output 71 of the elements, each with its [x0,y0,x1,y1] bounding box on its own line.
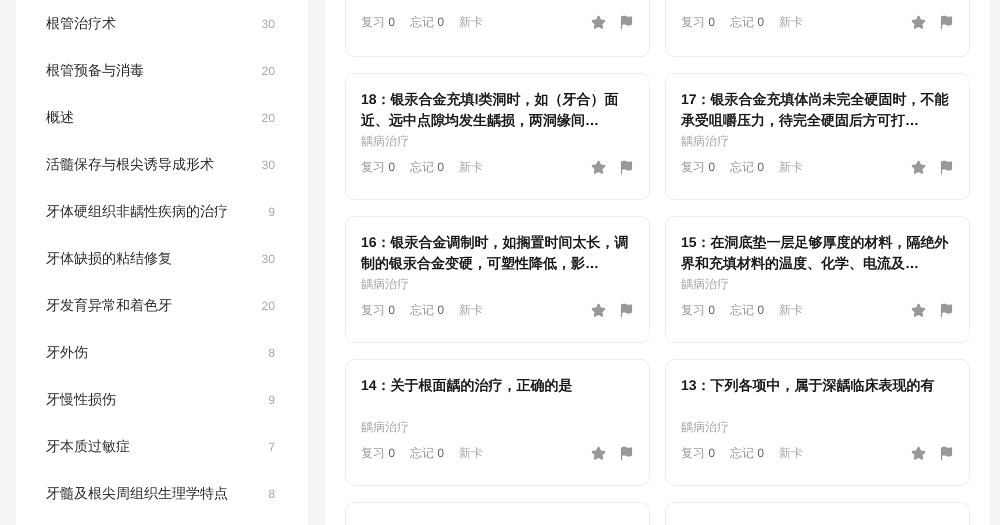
flag-button[interactable] [618,445,634,461]
new-card-label: 新卡 [779,445,804,462]
review-count: 复习 0 [681,14,716,31]
review-count: 复习 0 [361,14,396,31]
review-count: 复习 0 [681,445,716,462]
chapter-item[interactable]: 牙慢性损伤 9 [46,376,275,423]
star-button[interactable] [910,445,926,461]
card-title: 16：银汞合金调制时，如搁置时间太长，调制的银汞合金变硬，可塑性降低，影… [361,233,630,273]
new-card-label: 新卡 [459,159,484,176]
star-button[interactable] [910,14,926,30]
new-card-label: 新卡 [459,14,484,31]
card-title: 13：下列各项中，属于深龋临床表现的有 [681,376,936,395]
card-title: 15：在洞底垫一层足够厚度的材料，隔绝外界和充填材料的温度、化学、电流及… [681,233,950,273]
star-button[interactable] [590,159,606,175]
card[interactable]: 13：下列各项中，属于深龋临床表现的有 龋病治疗 复习 0 忘记 0 新卡 [665,359,970,486]
flag-button[interactable] [618,302,634,318]
new-card-label: 新卡 [779,159,804,176]
forget-count: 忘记 0 [730,302,764,319]
review-count: 复习 0 [361,445,396,462]
star-button[interactable] [590,445,606,461]
forget-count: 忘记 0 [410,159,444,176]
forget-count: 忘记 0 [730,159,764,176]
card[interactable]: 复习 0 忘记 0 新卡 [665,0,970,57]
chapter-item[interactable]: 牙髓及根尖周组织生理学特点 8 [46,470,275,517]
card[interactable]: 16：银汞合金调制时，如搁置时间太长，调制的银汞合金变硬，可塑性降低，影… 龋病治疗 复习 0 忘记 0 新卡 [345,216,650,343]
flag-button[interactable] [938,159,954,175]
new-card-label: 新卡 [459,302,484,319]
chapter-item[interactable]: 牙体缺损的粘结修复 30 [46,235,275,282]
chapter-item[interactable]: 活髓保存与根尖诱导成形术 30 [46,141,275,188]
flag-button[interactable] [618,14,634,30]
flag-button[interactable] [938,14,954,30]
forget-count: 忘记 0 [730,14,764,31]
forget-count: 忘记 0 [410,445,444,462]
star-button[interactable] [910,159,926,175]
forget-count: 忘记 0 [410,14,444,31]
card-title: 14：关于根面龋的治疗，正确的是 [361,376,574,395]
new-card-label: 新卡 [779,302,804,319]
category-label: 龋病治疗 [681,276,730,293]
chapter-item[interactable]: 概述 20 [46,94,275,141]
flag-button[interactable] [938,445,954,461]
review-count: 复习 0 [681,302,716,319]
star-button[interactable] [590,302,606,318]
chapter-item[interactable]: 牙外伤 8 [46,329,275,376]
flag-button[interactable] [618,159,634,175]
category-label: 龋病治疗 [681,133,730,150]
category-label: 龋病治疗 [361,276,410,293]
card[interactable]: 14：关于根面龋的治疗，正确的是 龋病治疗 复习 0 忘记 0 新卡 [345,359,650,486]
card[interactable]: 复习 0 忘记 0 新卡 [345,0,650,57]
chapter-item[interactable]: 根管预备与消毒 20 [46,47,275,94]
chapter-item[interactable]: 牙体硬组织非龋性疾病的治疗 9 [46,188,275,235]
card-title: 18：银汞合金充填Ⅰ类洞时，如（牙合）面近、远中点隙均发生龋损，两洞缘间… [361,90,620,130]
card[interactable]: 18：银汞合金充填Ⅰ类洞时，如（牙合）面近、远中点隙均发生龋损，两洞缘间… 龋病治疗 复习 0 忘记 0 新卡 [345,73,650,200]
forget-count: 忘记 0 [730,445,764,462]
review-count: 复习 0 [681,159,716,176]
category-label: 龋病治疗 [361,133,410,150]
new-card-label: 新卡 [459,445,484,462]
new-card-label: 新卡 [779,14,804,31]
chapter-item[interactable]: 牙发育异常和着色牙 20 [46,282,275,329]
review-count: 复习 0 [361,302,396,319]
card-title: 17：银汞合金充填体尚未完全硬固时，不能承受咀嚼压力，待完全硬固后方可打… [681,90,950,130]
forget-count: 忘记 0 [410,302,444,319]
card[interactable]: 17：银汞合金充填体尚未完全硬固时，不能承受咀嚼压力，待完全硬固后方可打… 龋病治疗 复习 0 忘记 0 新卡 [665,73,970,200]
chapter-item[interactable]: 根管治疗术 30 [46,0,275,47]
review-count: 复习 0 [361,159,396,176]
star-button[interactable] [910,302,926,318]
category-label: 龋病治疗 [681,419,730,436]
chapter-item[interactable]: 牙本质过敏症 7 [46,423,275,470]
star-button[interactable] [590,14,606,30]
category-label: 龋病治疗 [361,419,410,436]
flag-button[interactable] [938,302,954,318]
card[interactable]: 15：在洞底垫一层足够厚度的材料，隔绝外界和充填材料的温度、化学、电流及… 龋病治疗 复习 0 忘记 0 新卡 [665,216,970,343]
